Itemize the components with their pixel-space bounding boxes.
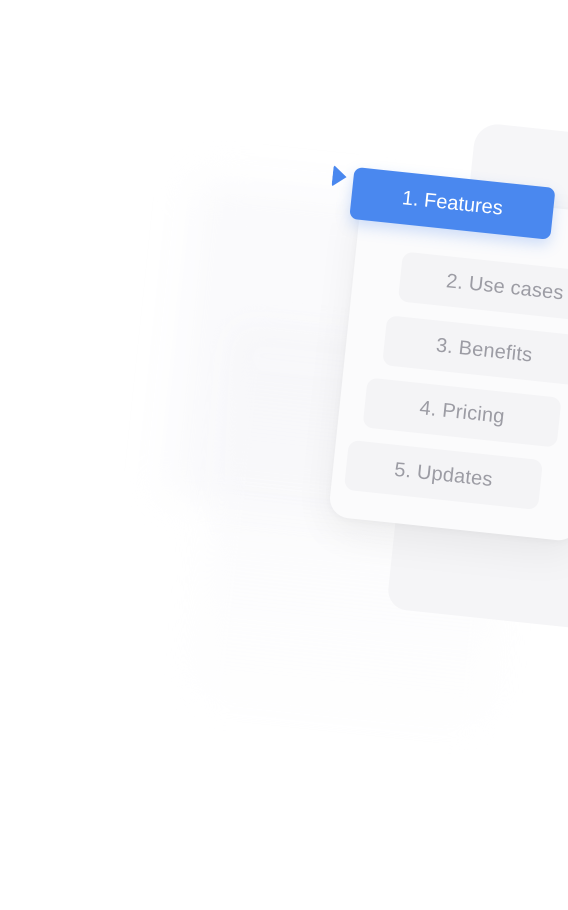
stage: 2. Use cases 3. Benefits 4. Pricing 5. U… xyxy=(0,0,568,910)
menu-item-label: 3. Benefits xyxy=(434,334,534,367)
menu-item-label: 2. Use cases xyxy=(445,269,565,304)
menu-item-label: 4. Pricing xyxy=(418,396,506,428)
menu-tilted-group: 2. Use cases 3. Benefits 4. Pricing 5. U… xyxy=(0,0,568,910)
triangle-right-icon xyxy=(331,164,348,189)
menu-item-label: 1. Features xyxy=(400,186,504,220)
menu-item-label: 5. Updates xyxy=(393,458,494,491)
